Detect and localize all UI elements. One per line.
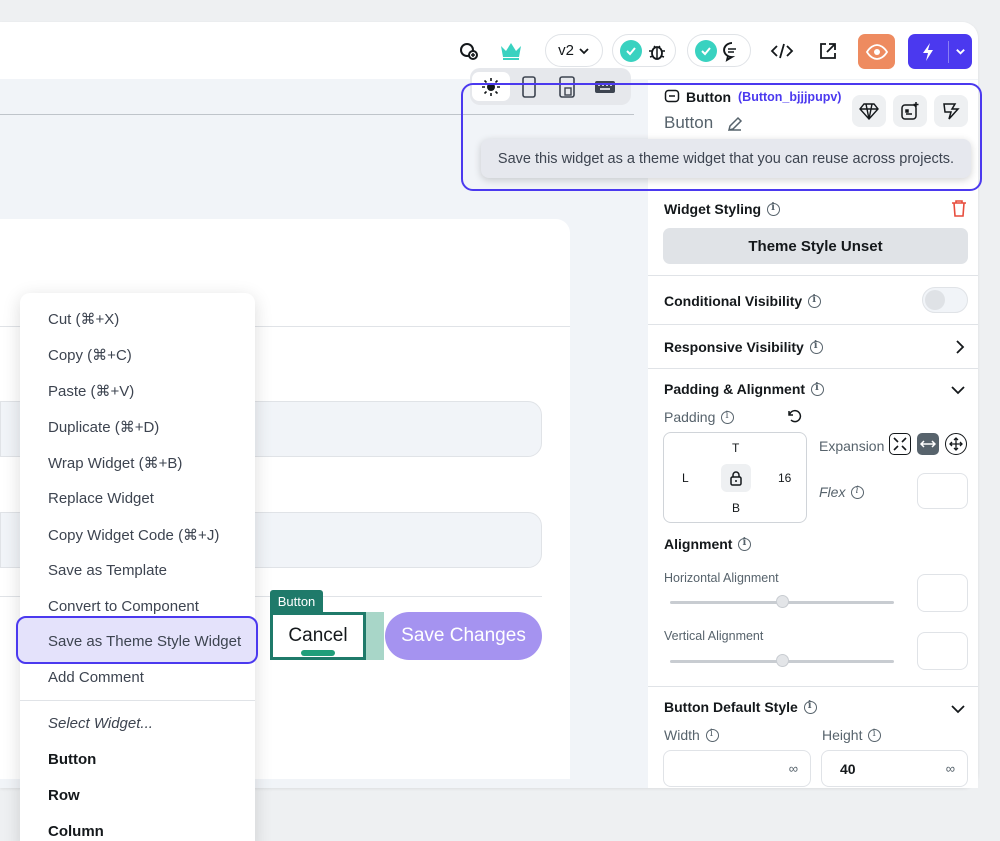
horizontal-alignment-label: Horizontal Alignment [664,571,779,585]
preview-button[interactable] [858,34,895,69]
height-input[interactable]: 40 ∞ [821,750,968,787]
tooltip: Save this widget as a theme widget that … [481,139,971,178]
padding-top[interactable]: T [732,441,739,455]
menu-item-replace-widget[interactable]: Replace Widget [48,490,154,507]
version-dropdown[interactable]: v2 [545,34,603,67]
responsive-visibility-label: Responsive Visibility [664,339,823,355]
team-icon[interactable] [454,36,484,66]
widget-styling-label: Widget Styling [664,201,781,217]
info-icon [721,410,735,424]
conditional-visibility-toggle[interactable] [922,287,968,313]
menu-item-cut[interactable]: Cut (⌘+X) [48,310,119,328]
lightning-icon [908,42,948,62]
selected-widget-tag: Button [270,590,323,612]
menu-select-row[interactable]: Row [48,787,80,804]
lock-icon[interactable] [721,464,751,492]
height-unit: ∞ [945,761,955,776]
info-icon [811,382,825,396]
button-default-style-label: Button Default Style [664,699,817,715]
info-icon [868,728,882,742]
code-icon[interactable] [767,36,797,66]
padding-bottom[interactable]: B [732,501,740,515]
run-button[interactable] [908,34,972,69]
info-icon [705,728,719,742]
save-changes-button[interactable]: Save Changes [385,612,542,660]
version-label: v2 [558,42,574,59]
menu-item-label: Save as Theme Style Widget [48,633,242,650]
height-value: 40 [840,761,856,777]
chevron-down-icon [579,47,589,54]
expand-all-icon[interactable] [945,433,967,455]
menu-item-paste[interactable]: Paste (⌘+V) [48,382,134,400]
menu-item-add-comment[interactable]: Add Comment [48,669,144,686]
shrink-icon[interactable] [889,433,911,455]
chevron-right-icon[interactable] [953,340,967,354]
comments-status[interactable] [687,34,751,67]
padding-label: Padding [664,409,735,425]
chevron-down-icon[interactable] [951,702,965,716]
info-icon [803,700,817,714]
menu-item-duplicate[interactable]: Duplicate (⌘+D) [48,418,159,436]
info-icon [767,202,781,216]
menu-item-wrap-widget[interactable]: Wrap Widget (⌘+B) [48,454,182,472]
vertical-alignment-label: Vertical Alignment [664,629,764,643]
menu-item-save-as-theme-style-widget[interactable]: Save as Theme Style Widget [16,616,258,664]
chevron-down-icon[interactable] [951,383,965,397]
comment-icon [723,41,736,62]
check-icon [620,39,642,62]
padding-right[interactable]: 16 [778,471,791,485]
info-icon [808,294,822,308]
slider-handle[interactable] [776,595,789,608]
eye-icon [865,43,888,60]
padding-indicator [366,612,384,660]
flex-label: Flex [819,484,865,500]
info-icon [851,485,865,499]
vertical-alignment-slider[interactable] [670,654,894,667]
bug-icon [649,44,665,60]
context-menu: Cut (⌘+X) Copy (⌘+C) Paste (⌘+V) Duplica… [20,293,255,841]
horizontal-alignment-input[interactable] [917,574,968,612]
info-icon [738,537,752,551]
check-icon [695,39,717,62]
flex-input[interactable] [917,473,968,509]
width-value: ∞ [788,761,798,776]
open-external-icon[interactable] [813,36,843,66]
info-icon [809,340,823,354]
chevron-down-icon[interactable] [949,46,972,57]
menu-item-save-as-template[interactable]: Save as Template [48,562,167,579]
menu-select-column[interactable]: Column [48,823,104,840]
padding-left[interactable]: L [682,471,689,485]
slider-handle[interactable] [776,654,789,667]
padding-alignment-label: Padding & Alignment [664,381,825,397]
horizontal-alignment-slider[interactable] [670,595,894,608]
menu-item-copy[interactable]: Copy (⌘+C) [48,346,132,364]
conditional-visibility-label: Conditional Visibility [664,293,822,309]
alignment-label: Alignment [664,536,752,552]
menu-item-copy-widget-code[interactable]: Copy Widget Code (⌘+J) [48,526,219,544]
crown-icon[interactable] [496,36,526,66]
height-label: Height [822,727,882,743]
expansion-label: Expansion [819,438,885,454]
width-input[interactable]: ∞ [663,750,811,787]
menu-item-convert-to-component[interactable]: Convert to Component [48,598,199,615]
trash-icon[interactable] [951,199,967,217]
menu-select-button[interactable]: Button [48,751,96,768]
expand-horizontal-icon[interactable] [917,433,939,455]
menu-select-widget-header: Select Widget... [48,715,153,732]
width-label: Width [664,727,719,743]
cancel-button[interactable]: Cancel [270,612,366,660]
theme-style-unset-button[interactable]: Theme Style Unset [663,228,968,264]
debug-status[interactable] [612,34,676,67]
vertical-alignment-input[interactable] [917,632,968,670]
reset-icon[interactable] [786,408,802,424]
